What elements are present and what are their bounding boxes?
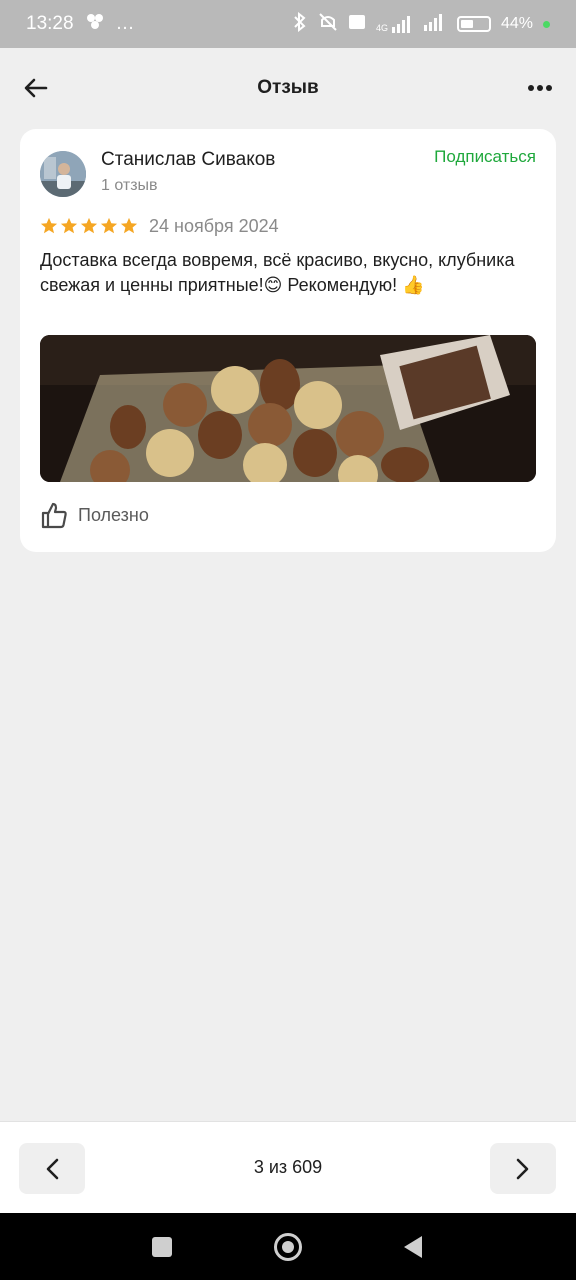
author-name[interactable]: Станислав Сиваков [101,149,275,171]
helpful-button[interactable]: Полезно [40,501,149,529]
chevron-right-icon [516,1158,529,1179]
recent-apps-icon[interactable] [152,1237,172,1257]
subscribe-button[interactable]: Подписаться [434,147,536,167]
arrow-left-icon [24,78,48,98]
review-text: Доставка всегда вовремя, всё красиво, вк… [40,250,515,295]
thumbs-up-icon [41,502,67,529]
status-bar: 13:28 … 4G 44% [0,0,576,48]
battery-icon [456,16,491,32]
mute-icon [318,12,338,37]
system-back-icon[interactable] [404,1236,422,1258]
status-extra: … [115,13,135,34]
status-time: 13:28 [26,13,74,34]
more-menu-button[interactable] [526,74,554,102]
more-horizontal-icon [528,85,552,91]
helpful-label: Полезно [78,504,149,525]
signal-icon [423,13,447,36]
author-review-count: 1 отзыв [101,177,158,194]
charging-dot-icon [543,20,550,28]
app-notification-icon [86,13,104,35]
app-header: Отзыв [0,48,576,128]
bluetooth-icon [292,11,308,37]
system-navigation-bar [0,1213,576,1280]
next-review-button[interactable] [490,1143,556,1194]
review-pager: 3 из 609 [0,1121,576,1213]
signal-4g-icon: 4G [376,15,413,33]
battery-percent: 44% [500,15,533,32]
star-rating [40,217,138,235]
star-icon [80,217,98,234]
home-icon[interactable] [274,1233,302,1261]
volte-icon [348,14,366,35]
review-date: 24 ноября 2024 [149,216,279,236]
star-icon [60,217,78,234]
review-photo[interactable] [40,335,536,482]
review-card: Станислав Сиваков 1 отзыв Подписаться 24… [20,129,556,552]
star-icon [100,217,118,234]
star-icon [120,217,138,234]
back-button[interactable] [22,74,50,102]
star-icon [40,217,58,234]
page-title: Отзыв [257,77,319,98]
avatar[interactable] [40,151,86,197]
